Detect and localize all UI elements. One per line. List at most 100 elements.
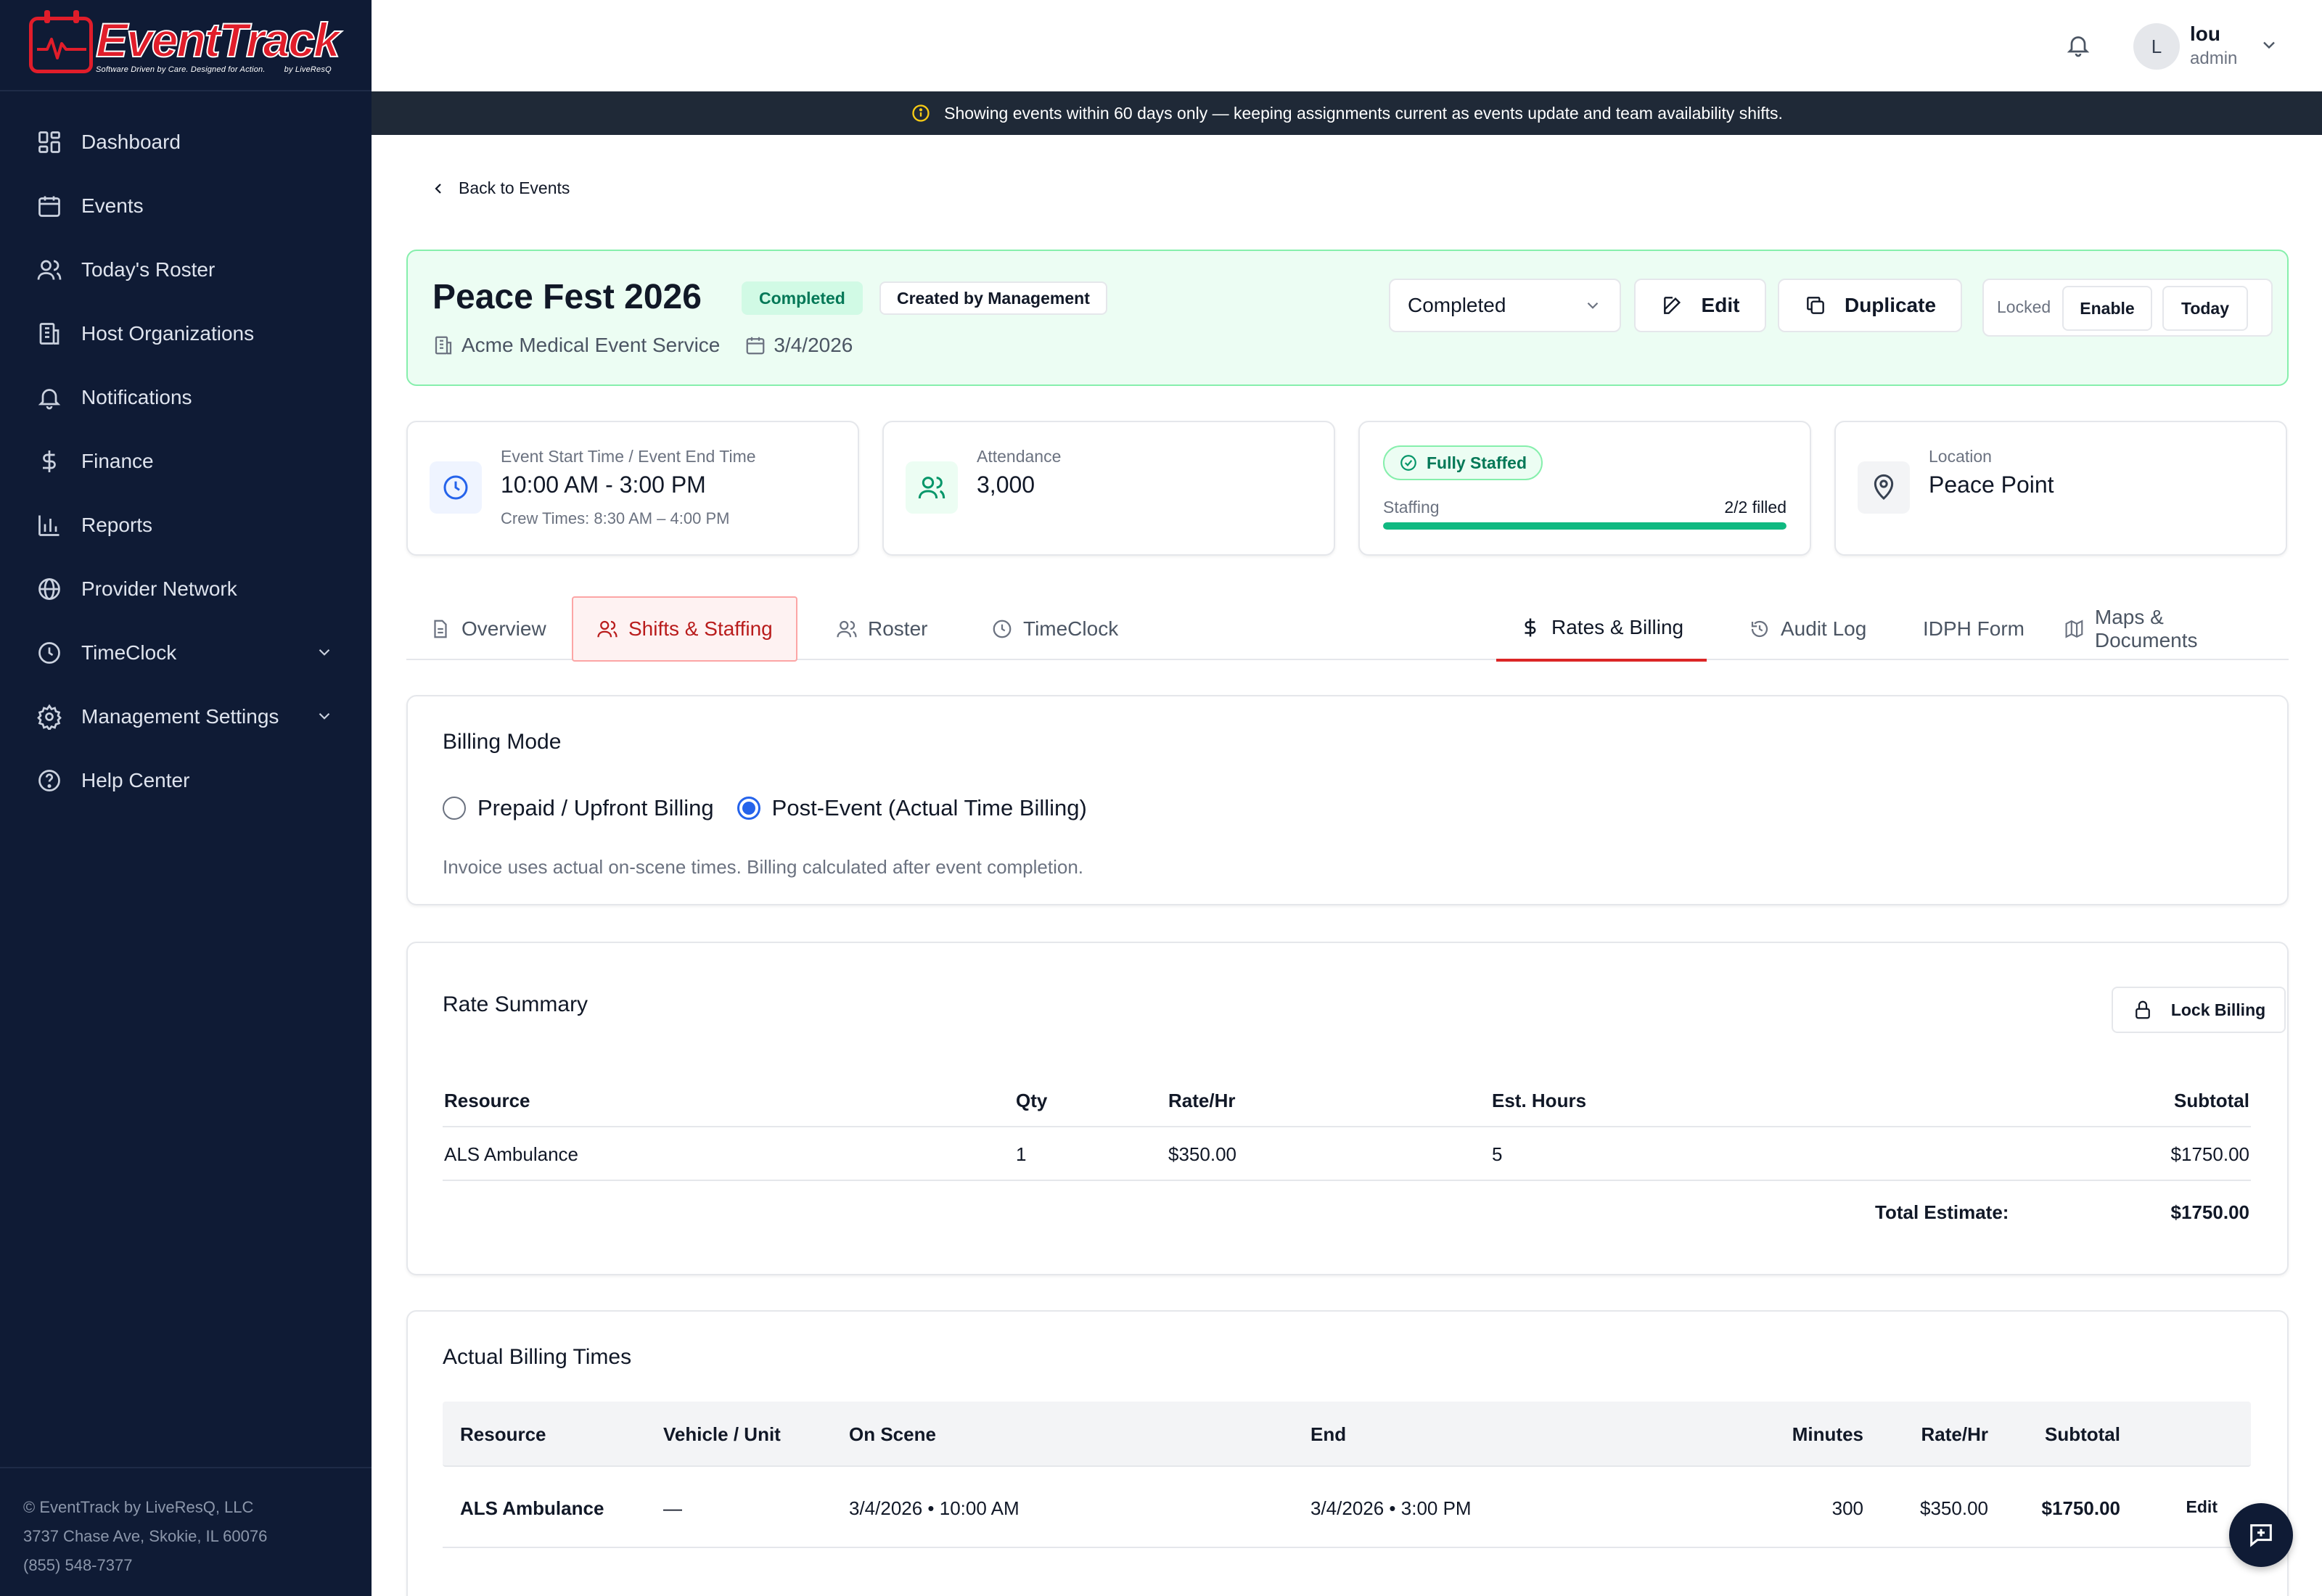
sidebar-footer: © EventTrack by LiveResQ, LLC 3737 Chase… xyxy=(0,1467,372,1596)
table-header-row: Resource Vehicle / Unit On Scene End Min… xyxy=(443,1402,2251,1467)
column-header: Qty xyxy=(1016,1090,1048,1111)
sidebar-item-management-settings[interactable]: Management Settings xyxy=(0,685,372,749)
gear-icon xyxy=(35,702,64,731)
tab-maps-documents[interactable]: Maps & Documents xyxy=(2040,596,2289,662)
sidebar-item-label: Provider Network xyxy=(81,577,237,600)
status-select[interactable]: Completed xyxy=(1389,279,1621,332)
sidebar-item-help-center[interactable]: Help Center xyxy=(0,749,372,813)
status-select-value: Completed xyxy=(1408,294,1506,316)
column-header: Subtotal xyxy=(2045,1423,2120,1445)
sidebar-item-dashboard[interactable]: Dashboard xyxy=(0,110,372,174)
sidebar-item-label: Management Settings xyxy=(81,705,279,728)
dollar-icon xyxy=(35,447,64,476)
location-card: Location Peace Point xyxy=(1834,421,2287,556)
radio-prepaid-label[interactable]: Prepaid / Upfront Billing xyxy=(477,795,714,821)
logo[interactable]: EventTrack Software Driven by Care. Desi… xyxy=(29,10,372,74)
sidebar-item-timeclock[interactable]: TimeClock xyxy=(0,621,372,685)
staffing-label: Staffing xyxy=(1383,498,1440,517)
resource-cell: ALS Ambulance xyxy=(444,1143,579,1165)
tab-roster[interactable]: Roster xyxy=(813,596,951,662)
lock-billing-button[interactable]: Lock Billing xyxy=(2112,987,2286,1033)
radio-prepaid[interactable] xyxy=(443,797,466,820)
chat-icon xyxy=(2250,1524,2272,1547)
event-date: 3/4/2026 xyxy=(774,334,853,356)
billing-mode-title: Billing Mode xyxy=(443,730,562,754)
chevron-down-icon[interactable] xyxy=(315,707,334,731)
dashboard-icon xyxy=(35,128,64,157)
bar-chart-icon xyxy=(35,511,64,540)
back-to-events-link[interactable]: Back to Events xyxy=(430,178,570,198)
column-header: Resource xyxy=(460,1423,546,1445)
bell-icon[interactable] xyxy=(2065,32,2091,62)
on-scene-cell: 3/4/2026 • 10:00 AM xyxy=(849,1497,1020,1519)
tab-idph-form[interactable]: IDPH Form xyxy=(1900,596,2048,662)
check-circle-icon xyxy=(1400,455,1416,471)
help-circle-icon xyxy=(35,766,64,795)
lock-icon xyxy=(2135,1000,2150,1019)
chat-button[interactable] xyxy=(2229,1503,2293,1567)
sidebar-item-reports[interactable]: Reports xyxy=(0,493,372,557)
status-badge: Completed xyxy=(742,281,863,315)
radio-post-event[interactable] xyxy=(737,797,760,820)
table-row: ALS Ambulance 1 $350.00 5 $1750.00 xyxy=(443,1127,2251,1181)
column-header: Est. Hours xyxy=(1492,1090,1587,1111)
event-time-card: Event Start Time / Event End Time 10:00 … xyxy=(406,421,859,556)
staffing-card: Fully Staffed Staffing 2/2 filled xyxy=(1358,421,1811,556)
sidebar-item-label: Reports xyxy=(81,514,153,536)
today-button[interactable]: Today xyxy=(2162,286,2248,331)
billing-mode-note: Invoice uses actual on-scene times. Bill… xyxy=(443,856,1084,878)
staffing-progress-fill xyxy=(1383,522,1786,530)
calendar-pulse-logo-icon xyxy=(29,10,93,73)
avatar: L xyxy=(2133,23,2180,70)
column-header: Rate/Hr xyxy=(1921,1423,1988,1445)
history-icon xyxy=(1751,620,1768,638)
tab-audit-log[interactable]: Audit Log xyxy=(1726,596,1890,662)
brand-name: EventTrack xyxy=(95,13,341,67)
enable-button[interactable]: Enable xyxy=(2062,286,2152,331)
tab-shifts-staffing[interactable]: Shifts & Staffing xyxy=(572,596,797,662)
tab-label: Audit Log xyxy=(1781,617,1867,640)
sidebar-item-notifications[interactable]: Notifications xyxy=(0,366,372,429)
tab-rates-billing[interactable]: Rates & Billing xyxy=(1496,596,1707,662)
actual-billing-card: Actual Billing Times Resource Vehicle / … xyxy=(406,1310,2289,1596)
attendance-value: 3,000 xyxy=(977,472,1035,498)
sidebar-item-label: Today's Roster xyxy=(81,258,216,281)
time-value: 10:00 AM - 3:00 PM xyxy=(501,472,706,498)
tab-timeclock[interactable]: TimeClock xyxy=(968,596,1141,662)
sidebar-nav: Dashboard Events Today's Roster Host Org… xyxy=(0,91,372,813)
tab-overview[interactable]: Overview xyxy=(406,596,570,662)
table-row: ALS Ambulance — 3/4/2026 • 10:00 AM 3/4/… xyxy=(443,1467,2251,1548)
map-icon xyxy=(2065,620,2083,638)
event-meta: Acme Medical Event Service 3/4/2026 xyxy=(432,334,877,357)
sidebar-item-events[interactable]: Events xyxy=(0,174,372,238)
column-header: Minutes xyxy=(1792,1423,1863,1445)
user-menu[interactable]: L lou admin xyxy=(2133,22,2279,71)
column-header: Vehicle / Unit xyxy=(663,1423,781,1445)
sidebar-item-finance[interactable]: Finance xyxy=(0,429,372,493)
sidebar-item-label: Finance xyxy=(81,450,154,472)
edit-button[interactable]: Edit xyxy=(1634,279,1766,332)
tab-label: Roster xyxy=(868,617,928,640)
radio-post-event-label[interactable]: Post-Event (Actual Time Billing) xyxy=(772,795,1087,821)
chevron-down-icon[interactable] xyxy=(315,643,334,667)
sidebar-item-label: Dashboard xyxy=(81,131,181,153)
end-cell: 3/4/2026 • 3:00 PM xyxy=(1310,1497,1472,1519)
duplicate-button[interactable]: Duplicate xyxy=(1778,279,1962,332)
sidebar-item-todays-roster[interactable]: Today's Roster xyxy=(0,238,372,302)
sidebar-item-provider-network[interactable]: Provider Network xyxy=(0,557,372,621)
total-estimate-row: Total Estimate: $1750.00 xyxy=(443,1201,2251,1230)
back-label: Back to Events xyxy=(459,178,570,197)
globe-icon xyxy=(35,575,64,604)
users-icon xyxy=(837,620,857,638)
bell-icon xyxy=(35,383,64,412)
hours-cell: 5 xyxy=(1492,1143,1503,1165)
users-icon xyxy=(35,255,64,284)
row-edit-button[interactable]: Edit xyxy=(2186,1497,2218,1517)
lock-controls: Locked Enable Today xyxy=(1982,279,2273,337)
tab-label: Rates & Billing xyxy=(1551,616,1684,638)
column-header: Resource xyxy=(444,1090,530,1111)
clock-icon xyxy=(430,461,482,514)
tab-label: IDPH Form xyxy=(1923,617,2024,640)
users-icon xyxy=(597,620,618,638)
sidebar-item-host-organizations[interactable]: Host Organizations xyxy=(0,302,372,366)
